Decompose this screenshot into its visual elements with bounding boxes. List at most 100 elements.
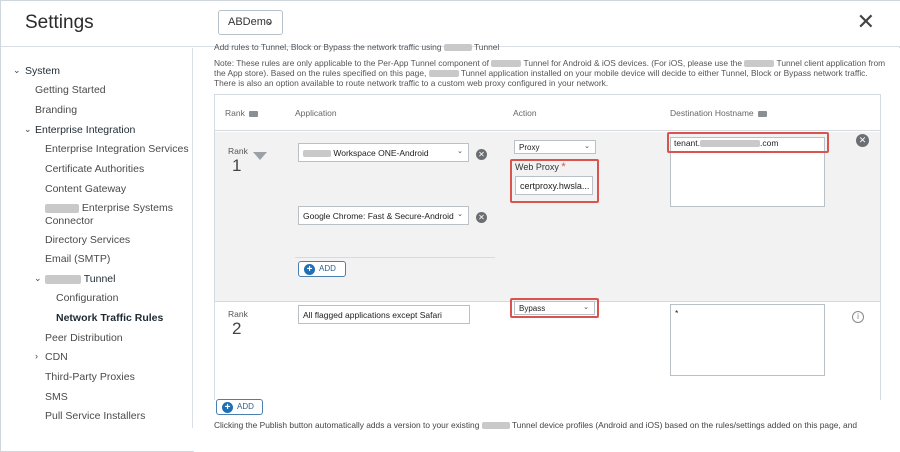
add-button-label: ADD: [319, 264, 336, 273]
column-header-application: Application: [295, 108, 337, 118]
rank-value: 1: [232, 156, 242, 175]
rank-down-arrow-icon[interactable]: [253, 152, 267, 160]
destination-text-part: tenant.: [674, 138, 700, 148]
action-select[interactable]: Proxy ⌄: [514, 140, 596, 154]
required-marker: *: [561, 161, 566, 173]
sidebar-item-label: Connector: [45, 215, 94, 227]
sidebar-item-enterprise-integration[interactable]: Enterprise Integration: [35, 124, 135, 137]
destination-hostname-value: tenant. .com: [674, 138, 778, 148]
sidebar-item-label: Tunnel: [83, 273, 116, 285]
add-button-label: ADD: [237, 402, 254, 411]
remove-rule-icon[interactable]: ✕: [856, 134, 869, 147]
sidebar-item-third-party-proxies[interactable]: Third-Party Proxies: [45, 371, 135, 384]
header: Settings ABDemo ⌄ ✕: [1, 1, 900, 47]
sidebar-item-network-traffic-rules[interactable]: Network Traffic Rules: [56, 312, 163, 325]
rules-table: Rank Application Action Destination Host…: [214, 94, 881, 400]
publish-note: Clicking the Publish button automaticall…: [214, 420, 894, 430]
sidebar-item-configuration[interactable]: Configuration: [56, 292, 118, 305]
application-field[interactable]: All flagged applications except Safari: [298, 305, 470, 324]
rank-label: Rank: [228, 146, 248, 156]
chevron-down-icon: ⌄: [457, 211, 463, 218]
intro-text: Add rules to Tunnel, Block or Bypass the…: [214, 42, 894, 53]
rank-value: 2: [232, 319, 242, 338]
chevron-right-icon[interactable]: ›: [35, 351, 38, 361]
table-row: Rank 1 Workspace ONE-Android ⌄ ✕ Google …: [215, 132, 880, 302]
chevron-down-icon[interactable]: ⌄: [34, 273, 42, 284]
web-proxy-label-text: Web Proxy: [515, 162, 559, 172]
add-rule-button[interactable]: + ADD: [216, 399, 263, 415]
web-proxy-label: Web Proxy *: [515, 161, 566, 173]
redacted-text: [428, 70, 459, 78]
chevron-down-icon: ⌄: [584, 143, 590, 150]
intro-text-part: Add rules to Tunnel, Block or Bypass the…: [214, 42, 442, 52]
redacted-text: [443, 44, 472, 52]
sidebar-item-tunnel[interactable]: Tunnel: [45, 273, 115, 286]
remove-application-icon[interactable]: ✕: [476, 212, 487, 223]
page-title: Settings: [25, 12, 94, 33]
settings-window: Settings ABDemo ⌄ ✕ ⌄ System Getting Sta…: [0, 0, 900, 452]
main-content: Add rules to Tunnel, Block or Bypass the…: [194, 42, 900, 452]
column-header-destination[interactable]: Destination Hostname: [670, 108, 767, 118]
chevron-down-icon: ⌄: [457, 148, 463, 155]
note-text-part: There is also an option available to rou…: [214, 78, 609, 88]
sidebar-item-getting-started[interactable]: Getting Started: [35, 84, 106, 97]
sidebar-item-branding[interactable]: Branding: [35, 104, 77, 117]
divider: [295, 257, 495, 258]
column-header-label: Destination Hostname: [670, 108, 754, 118]
close-icon[interactable]: ✕: [857, 11, 875, 33]
sidebar-item-enterprise-systems-connector[interactable]: Enterprise Systems Connector: [45, 202, 173, 228]
sidebar-item-enterprise-integration-services[interactable]: Enterprise Integration Services: [45, 143, 189, 156]
column-header-action: Action: [513, 108, 537, 118]
sidebar-item-peer-distribution[interactable]: Peer Distribution: [45, 332, 123, 345]
note-text: Note: These rules are only applicable to…: [214, 58, 894, 88]
redacted-text: [491, 60, 522, 68]
application-select[interactable]: Google Chrome: Fast & Secure-Android ⌄: [298, 206, 469, 225]
chevron-down-icon[interactable]: ⌄: [24, 124, 32, 135]
chevron-down-icon: ⌄: [265, 16, 274, 27]
action-select-value: Proxy: [519, 143, 540, 152]
publish-note-part: Clicking the Publish button automaticall…: [214, 420, 480, 430]
sidebar-item-email-smtp[interactable]: Email (SMTP): [45, 253, 110, 266]
column-header-label: Rank: [225, 108, 245, 118]
sidebar-item-sms[interactable]: SMS: [45, 391, 68, 404]
plus-icon: +: [222, 402, 233, 413]
sidebar-item-directory-services[interactable]: Directory Services: [45, 234, 130, 247]
application-select-value: Workspace ONE-Android: [333, 148, 429, 158]
sidebar-item-content-gateway[interactable]: Content Gateway: [45, 183, 126, 196]
redacted-text: [303, 150, 331, 158]
application-select-value: Google Chrome: Fast & Secure-Android: [303, 211, 454, 221]
chevron-down-icon: ⌄: [583, 304, 589, 311]
table-row: Rank 2 All flagged applications except S…: [215, 298, 880, 400]
table-header: Rank Application Action Destination Host…: [215, 95, 880, 131]
note-text-part: Note: These rules are only applicable to…: [214, 58, 489, 68]
redacted-text: [45, 203, 79, 213]
sidebar-item-pull-service-installers[interactable]: Pull Service Installers: [45, 410, 145, 423]
organization-selector[interactable]: ABDemo ⌄: [218, 10, 283, 35]
action-select-value: Bypass: [519, 304, 546, 313]
note-text-part: Tunnel application installed on your mob…: [460, 68, 868, 78]
chevron-down-icon[interactable]: ⌄: [13, 65, 21, 76]
folder-icon: [757, 110, 767, 117]
sidebar: ⌄ System Getting Started Branding ⌄ Ente…: [1, 48, 193, 428]
intro-text-part: Tunnel: [474, 42, 500, 52]
sidebar-item-system[interactable]: System: [25, 65, 60, 78]
add-application-button[interactable]: + ADD: [298, 261, 346, 277]
action-select[interactable]: Bypass ⌄: [514, 301, 595, 315]
redacted-text: [700, 140, 760, 148]
sidebar-item-certificate-authorities[interactable]: Certificate Authorities: [45, 163, 144, 176]
web-proxy-input[interactable]: certproxy.hwsla...: [515, 176, 593, 195]
redacted-text: [45, 274, 81, 284]
info-icon[interactable]: i: [852, 311, 864, 323]
folder-icon: [248, 110, 258, 117]
sidebar-item-cdn[interactable]: CDN: [45, 351, 68, 364]
application-select[interactable]: Workspace ONE-Android ⌄: [298, 143, 469, 162]
rank-label: Rank: [228, 309, 248, 319]
destination-hostname-field[interactable]: *: [670, 304, 825, 376]
publish-note-part: Tunnel device profiles (Android and iOS)…: [511, 420, 858, 430]
sidebar-item-label: Enterprise Systems: [81, 202, 173, 214]
remove-application-icon[interactable]: ✕: [476, 149, 487, 160]
column-header-rank[interactable]: Rank: [225, 108, 258, 118]
redacted-text: [744, 60, 775, 68]
note-text-part: Tunnel for Android & iOS devices. (For i…: [523, 58, 742, 68]
redacted-text: [481, 422, 510, 430]
